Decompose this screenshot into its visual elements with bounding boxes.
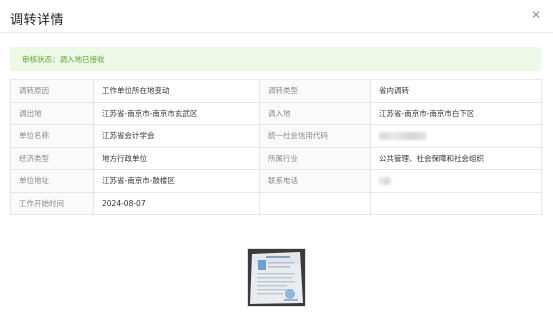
start-date-value: 2024-08-07: [93, 191, 260, 215]
credit-code-label: 统一社会信用代码: [259, 124, 371, 148]
phone-label: 联系电话: [259, 169, 371, 193]
economic-type-label: 经济类型: [10, 146, 94, 170]
table-row: 调出地 江苏省-南京市-南京市玄武区 调入地 江苏省-南京市-南京市白下区: [10, 101, 542, 125]
unit-address-label: 单位地址: [10, 169, 94, 193]
table-row: 调转原因 工作单位所在地变动 调转类型 省内调转: [10, 79, 542, 103]
phone-value: [370, 169, 542, 193]
credit-code-value: [370, 124, 542, 148]
from-location-value: 江苏省-南京市-南京市玄武区: [93, 101, 260, 125]
transfer-type-value: 省内调转: [370, 79, 542, 103]
detail-table: 调转原因 工作单位所在地变动 调转类型 省内调转 调出地 江苏省-南京市-南京市…: [10, 79, 542, 215]
unit-name-value: 江苏省会计学会: [93, 124, 260, 148]
from-location-label: 调出地: [10, 101, 94, 125]
document-photo-image: [248, 249, 305, 306]
economic-type-value: 地方行政单位: [93, 146, 260, 170]
empty-label: [259, 191, 371, 215]
redacted-phone: [379, 177, 391, 186]
transfer-type-label: 调转类型: [259, 79, 371, 103]
reason-value: 工作单位所在地变动: [93, 79, 260, 103]
table-row: 经济类型 地方行政单位 所属行业 公共管理、社会保障和社会组织: [10, 146, 542, 170]
to-location-value: 江苏省-南京市-南京市白下区: [370, 101, 542, 125]
status-text: 审核状态：调入地已接收: [22, 54, 105, 64]
empty-value: [370, 191, 542, 215]
table-row: 单位名称 江苏省会计学会 统一社会信用代码: [10, 124, 542, 148]
table-row: 工作开始时间 2024-08-07: [10, 191, 542, 215]
reason-label: 调转原因: [10, 79, 94, 103]
unit-name-label: 单位名称: [10, 124, 94, 148]
close-icon[interactable]: ✕: [531, 7, 541, 23]
industry-value: 公共管理、社会保障和社会组织: [370, 146, 542, 170]
to-location-label: 调入地: [259, 101, 371, 125]
unit-address-value: 江苏省-南京市-鼓楼区: [93, 169, 260, 193]
dialog-title: 调转详情: [10, 13, 65, 28]
title-divider: [0, 32, 553, 33]
industry-label: 所属行业: [259, 146, 371, 170]
start-date-label: 工作开始时间: [10, 191, 94, 215]
status-banner: 审核状态：调入地已接收: [10, 47, 541, 71]
redacted-credit-code: [379, 132, 427, 141]
attachment-thumbnail[interactable]: [247, 248, 306, 307]
table-row: 单位地址 江苏省-南京市-鼓楼区 联系电话: [10, 169, 542, 193]
